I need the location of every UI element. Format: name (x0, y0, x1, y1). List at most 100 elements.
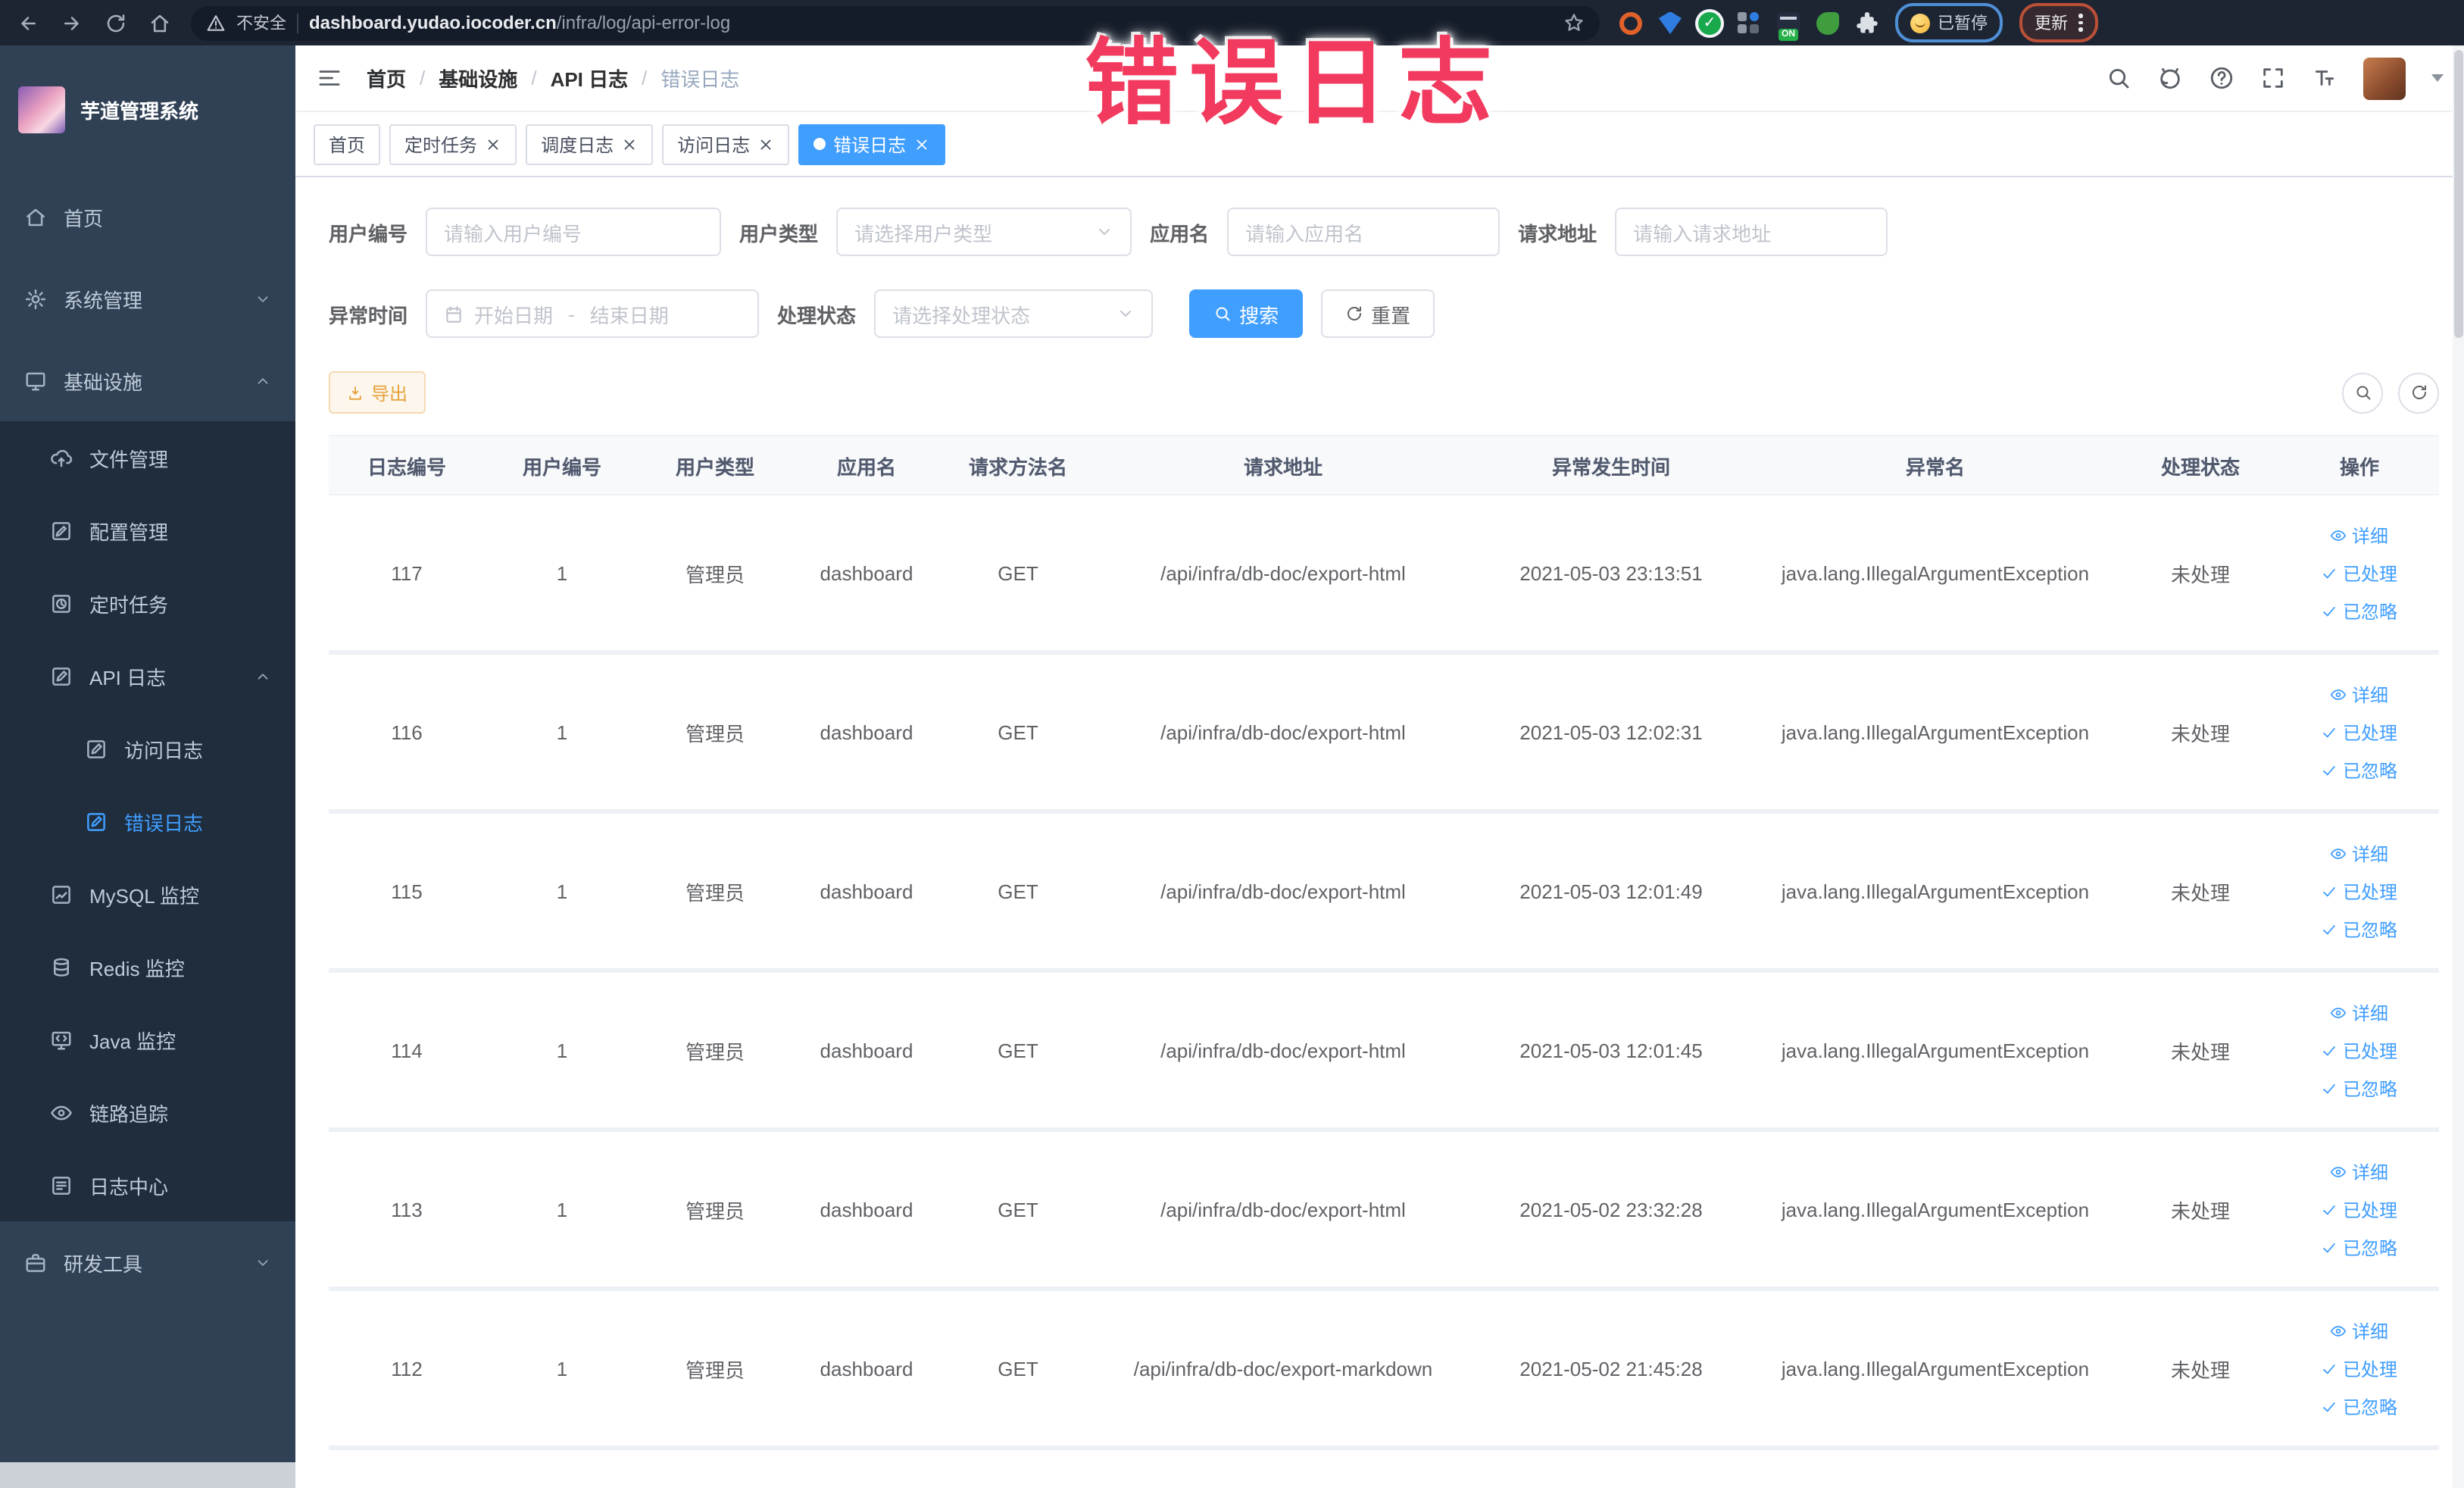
sidebar-item[interactable]: 日志中心 (0, 1149, 295, 1221)
cell-user_type: 管理员 (685, 1358, 745, 1381)
user-id-input[interactable]: 请输入用户编号 (426, 208, 722, 256)
detail-link[interactable]: 详细 (2331, 840, 2388, 866)
font-size-icon[interactable] (2312, 65, 2338, 91)
processed-link[interactable]: 已处理 (2322, 878, 2397, 904)
sidebar-item[interactable]: 链路追踪 (0, 1076, 295, 1149)
caret-down-icon[interactable] (2431, 74, 2444, 82)
search-button[interactable]: 搜索 (1189, 289, 1304, 338)
range-separator: - (568, 302, 575, 325)
process-status-select[interactable]: 请选择处理状态 (874, 289, 1154, 338)
ignored-link[interactable]: 已忽略 (2322, 757, 2397, 783)
column-header: 处理状态 (2160, 455, 2240, 478)
sidebar-item[interactable]: Java 监控 (0, 1003, 295, 1076)
extension-green-check-icon[interactable]: ✓ (1698, 11, 1721, 34)
update-button[interactable]: 更新 (2019, 3, 2097, 42)
extension-blue-shield-icon[interactable] (1659, 11, 1682, 34)
view-tab[interactable]: 调度日志 (526, 123, 654, 164)
detail-link[interactable]: 详细 (2331, 1318, 2388, 1343)
breadcrumb-item[interactable]: 基础设施 (439, 64, 517, 92)
reset-button[interactable]: 重置 (1321, 289, 1435, 338)
forward-icon[interactable] (59, 11, 83, 35)
view-tab[interactable]: 首页 (314, 123, 381, 164)
check-icon (2322, 1042, 2338, 1058)
refresh-table-button[interactable] (2398, 372, 2439, 413)
sidebar-item[interactable]: 文件管理 (0, 421, 295, 494)
github-icon[interactable] (2157, 65, 2183, 91)
sidebar-item[interactable]: 基础设施 (0, 339, 295, 421)
bookmark-star-icon[interactable] (1563, 12, 1585, 33)
request-url-input[interactable]: 请输入请求地址 (1615, 208, 1888, 256)
ignored-link[interactable]: 已忽略 (2322, 1393, 2397, 1419)
processed-link[interactable]: 已处理 (2322, 719, 2397, 745)
close-icon[interactable] (621, 136, 638, 152)
update-label: 更新 (2035, 15, 2068, 33)
reload-icon[interactable] (103, 11, 127, 35)
table-row: 113 1 管理员 dashboard GET/api/infra/db-doc/exp… (329, 1132, 2439, 1291)
home-icon[interactable] (147, 11, 171, 35)
detail-link[interactable]: 详细 (2331, 681, 2388, 707)
processed-link[interactable]: 已处理 (2322, 1037, 2397, 1063)
filter-user-type: 用户类型 请选择用户类型 (739, 208, 1132, 256)
close-icon[interactable] (757, 136, 774, 152)
processed-link[interactable]: 已处理 (2322, 560, 2397, 586)
breadcrumb-separator: / (420, 67, 426, 89)
filter-request-url: 请求地址 请输入请求地址 (1518, 208, 1888, 256)
app-name-input[interactable]: 请输入应用名 (1227, 208, 1501, 256)
cell-app: dashboard (820, 880, 913, 902)
page-scrollbar[interactable] (2453, 45, 2464, 1488)
view-tab[interactable]: 错误日志 (798, 123, 946, 164)
sidebar-item[interactable]: 首页 (0, 176, 295, 258)
ignored-link[interactable]: 已忽略 (2322, 598, 2397, 624)
search-icon[interactable] (2106, 65, 2131, 91)
avatar[interactable] (2363, 57, 2406, 99)
sidebar-item[interactable]: 访问日志 (0, 712, 295, 785)
eye-icon (2331, 1163, 2347, 1180)
header-actions (2106, 57, 2444, 99)
paused-badge[interactable]: 已暂停 (1895, 3, 2003, 42)
extensions-puzzle-icon[interactable] (1856, 11, 1878, 34)
check-icon (2322, 1201, 2338, 1218)
close-icon[interactable] (913, 136, 930, 152)
export-button[interactable]: 导出 (329, 371, 426, 414)
help-icon[interactable] (2209, 65, 2234, 91)
date-range-input[interactable]: 开始日期 - 结束日期 (426, 289, 760, 338)
breadcrumb-item[interactable]: API 日志 (551, 64, 629, 92)
active-dot (814, 138, 826, 150)
column-header: 异常发生时间 (1551, 455, 1670, 478)
breadcrumb-item[interactable]: 首页 (367, 64, 406, 92)
ignored-link[interactable]: 已忽略 (2322, 916, 2397, 942)
sidebar-item[interactable]: Redis 监控 (0, 930, 295, 1003)
scrollbar-thumb[interactable] (2454, 50, 2463, 338)
processed-link[interactable]: 已处理 (2322, 1355, 2397, 1381)
sidebar-item[interactable]: 定时任务 (0, 567, 295, 639)
processed-link[interactable]: 已处理 (2322, 1196, 2397, 1222)
extension-green-leaf-icon[interactable] (1816, 11, 1839, 34)
view-tab[interactable]: 定时任务 (389, 123, 517, 164)
toggle-search-button[interactable] (2342, 372, 2383, 413)
sidebar-item[interactable]: 研发工具 (0, 1221, 295, 1303)
error-log-table: 日志编号 用户编号 用户类型 应用名 请求方法名 请求地址 异常发生时间 异常名 处理状态 操作 … (329, 435, 2439, 1450)
menu-dots-icon[interactable] (2078, 14, 2082, 32)
close-icon[interactable] (485, 136, 501, 152)
log-icon (50, 664, 73, 687)
ignored-link[interactable]: 已忽略 (2322, 1075, 2397, 1101)
ignored-link[interactable]: 已忽略 (2322, 1234, 2397, 1260)
sidebar-item[interactable]: MySQL 监控 (0, 858, 295, 930)
extension-grid-icon[interactable] (1738, 11, 1760, 34)
back-icon[interactable] (15, 11, 39, 35)
logo-row[interactable]: 芋道管理系统 (0, 45, 295, 152)
hamburger-icon[interactable] (317, 65, 342, 91)
sidebar-item[interactable]: API 日志 (0, 639, 295, 712)
extension-switch-on-icon[interactable] (1777, 11, 1800, 40)
sidebar-item[interactable]: 系统管理 (0, 258, 295, 339)
view-tab[interactable]: 访问日志 (662, 123, 790, 164)
detail-link[interactable]: 详细 (2331, 999, 2388, 1025)
detail-link[interactable]: 详细 (2331, 1158, 2388, 1184)
user-type-select[interactable]: 请选择用户类型 (836, 208, 1132, 256)
cell-id: 112 (391, 1357, 423, 1380)
sidebar-item[interactable]: 错误日志 (0, 785, 295, 858)
detail-link[interactable]: 详细 (2331, 522, 2388, 548)
extension-orange-ring-icon[interactable] (1619, 11, 1642, 34)
fullscreen-icon[interactable] (2260, 65, 2286, 91)
sidebar-item[interactable]: 配置管理 (0, 494, 295, 567)
